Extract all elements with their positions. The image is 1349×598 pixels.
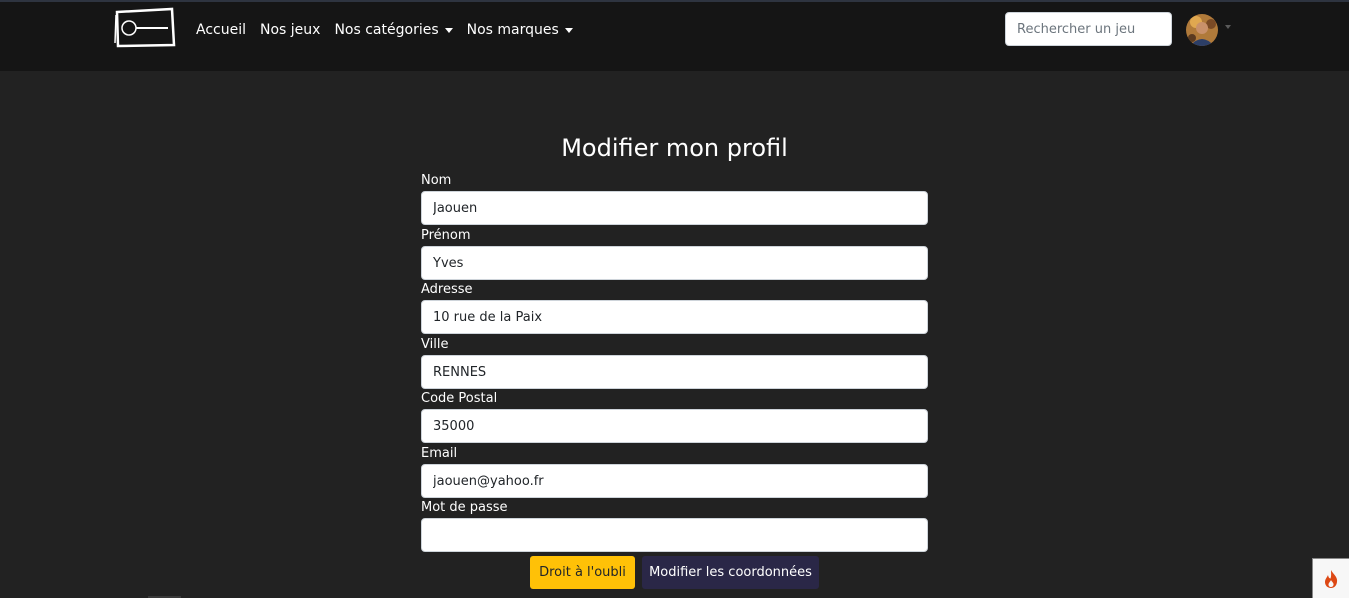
nom-field[interactable] xyxy=(421,191,928,225)
ville-field[interactable] xyxy=(421,355,928,389)
avatar-caret-down-icon[interactable] xyxy=(1225,25,1231,29)
search-input[interactable] xyxy=(1005,12,1172,46)
adresse-label: Adresse xyxy=(421,282,473,297)
password-field[interactable] xyxy=(421,518,928,552)
nav-dropdown-marques[interactable]: Nos marques xyxy=(467,22,573,38)
nav-link-nos-jeux[interactable]: Nos jeux xyxy=(260,22,320,38)
avatar-image xyxy=(1186,14,1218,46)
adresse-field[interactable] xyxy=(421,300,928,334)
navbar: Accueil Nos jeux Nos catégories Nos marq… xyxy=(0,0,1349,71)
flame-icon xyxy=(1325,569,1338,588)
caret-down-icon xyxy=(564,28,573,33)
user-avatar[interactable] xyxy=(1186,14,1218,46)
nav-link-accueil-label: Accueil xyxy=(196,22,246,38)
nav-dropdown-marques-label: Nos marques xyxy=(466,22,559,38)
email-label: Email xyxy=(421,446,458,461)
droit-oubli-button[interactable]: Droit à l'oubli xyxy=(530,556,635,589)
prenom-label: Prénom xyxy=(421,228,471,243)
update-profile-button[interactable]: Modifier les coordonnées xyxy=(642,556,819,589)
nav-link-nos-jeux-label: Nos jeux xyxy=(260,22,321,38)
debug-toolbar-toggle[interactable] xyxy=(1312,558,1349,598)
page-title: Modifier mon profil xyxy=(561,134,788,162)
nom-label: Nom xyxy=(421,173,452,188)
nav-dropdown-categories-label: Nos catégories xyxy=(334,22,439,38)
email-field[interactable] xyxy=(421,464,928,498)
prenom-field[interactable] xyxy=(421,246,928,280)
code-postal-label: Code Postal xyxy=(421,391,498,406)
code-postal-field[interactable] xyxy=(421,409,928,443)
nav-link-accueil[interactable]: Accueil xyxy=(196,22,246,38)
password-label: Mot de passe xyxy=(421,500,508,515)
ville-label: Ville xyxy=(421,337,449,352)
main-nav: Accueil Nos jeux Nos catégories Nos marq… xyxy=(196,19,587,41)
site-logo[interactable] xyxy=(114,6,176,48)
nav-dropdown-categories[interactable]: Nos catégories xyxy=(334,22,453,38)
caret-down-icon xyxy=(444,28,453,33)
